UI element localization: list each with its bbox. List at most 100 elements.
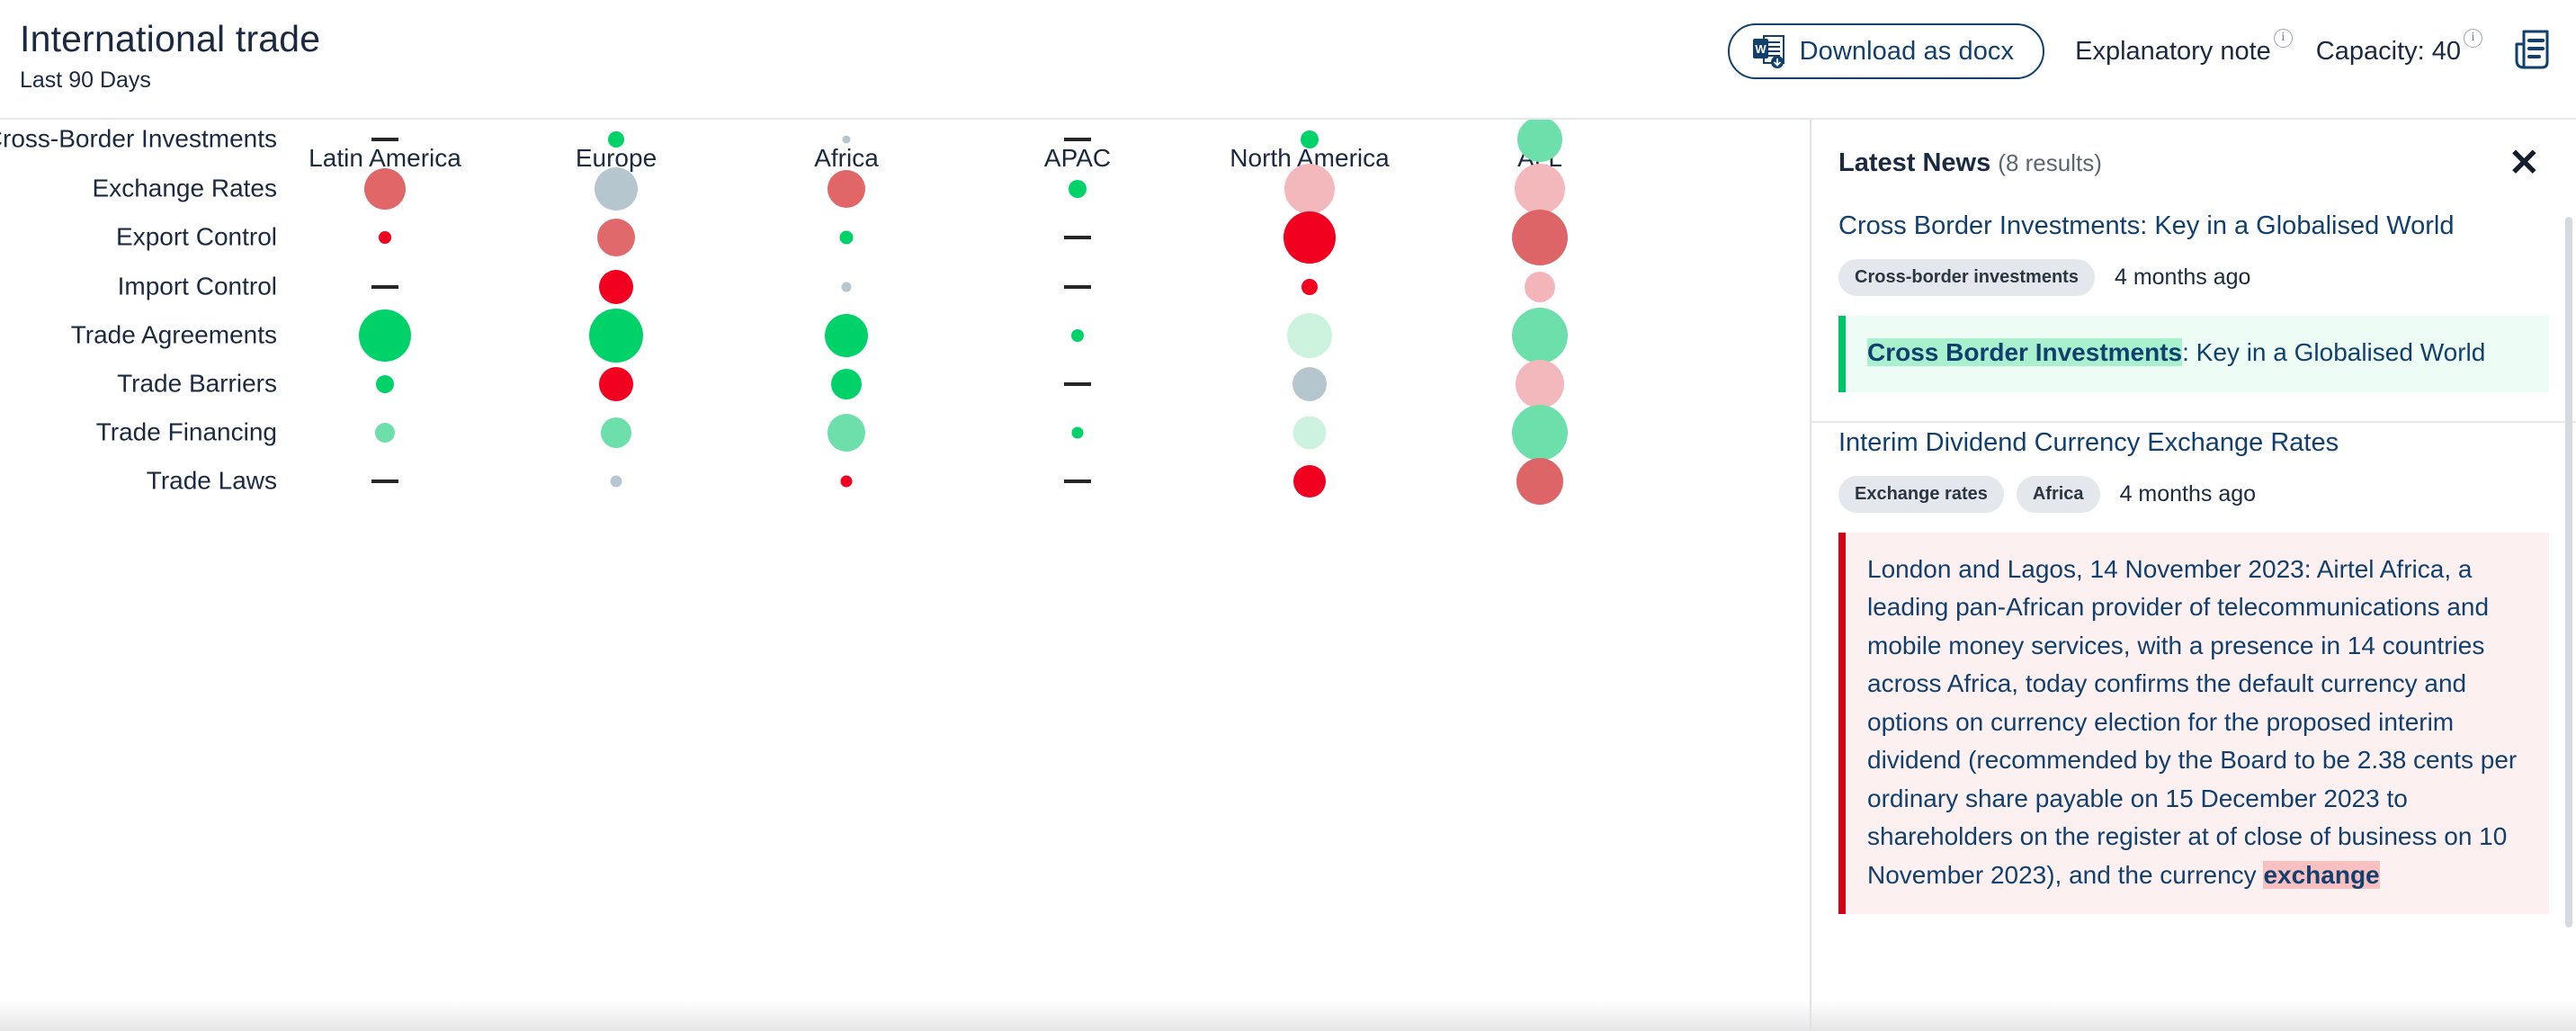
news-snippet: Cross Border Investments: Key in a Globa… — [1838, 316, 2549, 392]
row-header[interactable]: Trade Barriers — [0, 368, 277, 401]
download-button-label: Download as docx — [1799, 36, 2015, 66]
matrix-bubble[interactable] — [608, 131, 624, 148]
matrix-cell-empty — [1064, 285, 1091, 289]
matrix-bubble[interactable] — [1292, 416, 1327, 450]
news-scrollbar[interactable] — [2565, 217, 2572, 928]
matrix-bubble[interactable] — [379, 231, 391, 244]
matrix-bubble[interactable] — [599, 367, 633, 401]
news-panel-title: Latest News (8 results) — [1838, 148, 2102, 178]
news-tag-row: Exchange rates Africa 4 months ago — [1838, 475, 2549, 513]
matrix-bubble[interactable] — [1512, 210, 1568, 265]
snippet-highlight: Cross Border Investments — [1867, 338, 2183, 366]
matrix-bubble[interactable] — [1515, 164, 1565, 214]
app-header: International trade Last 90 Days W Downl… — [0, 0, 2576, 120]
matrix-bubble[interactable] — [1512, 308, 1568, 363]
info-icon-capacity[interactable]: i — [2464, 28, 2482, 48]
info-icon-explanatory-note[interactable]: i — [2273, 28, 2293, 48]
column-header[interactable]: Africa — [814, 144, 879, 173]
news-list: Cross Border Investments: Key in a Globa… — [1811, 206, 2576, 943]
word-document-icon: W — [1752, 33, 1785, 69]
matrix-bubble[interactable] — [375, 423, 395, 443]
report-document-icon — [2511, 26, 2554, 77]
news-title-text: Latest News — [1838, 148, 1991, 177]
bubble-matrix: Latin America Europe Africa APAC North Ameri… — [0, 120, 1810, 1031]
snippet-highlight: exchange — [2263, 860, 2380, 889]
row-header[interactable]: Trade Financing — [0, 417, 277, 450]
bubble-matrix-panel: Latin America Europe Africa APAC North Ameri… — [0, 120, 1810, 1031]
news-headline[interactable]: Interim Dividend Currency Exchange Rates — [1838, 428, 2549, 458]
matrix-cell-empty — [371, 138, 398, 141]
news-panel-header: Latest News (8 results) ✕ — [1811, 120, 2576, 206]
row-header[interactable]: Exchange Rates — [0, 173, 277, 206]
matrix-bubble[interactable] — [595, 167, 638, 211]
title-block: International trade Last 90 Days — [20, 18, 321, 94]
capacity-label: Capacity: 40 — [2315, 36, 2461, 66]
matrix-bubble[interactable] — [841, 282, 852, 292]
matrix-bubble[interactable] — [827, 170, 865, 208]
matrix-bubble[interactable] — [1512, 405, 1568, 461]
latest-news-panel: Latest News (8 results) ✕ Cross Border I… — [1810, 120, 2576, 1031]
matrix-bubble[interactable] — [1301, 130, 1319, 148]
matrix-bubble[interactable] — [1516, 360, 1564, 408]
matrix-bubble[interactable] — [601, 417, 631, 448]
matrix-bubble[interactable] — [1301, 279, 1318, 295]
news-date: 4 months ago — [2114, 264, 2251, 290]
snippet-text-before: London and Lagos, 14 November 2023: Airt… — [1867, 554, 2518, 889]
news-tag-row: Cross-border investments 4 months ago — [1838, 259, 2549, 296]
news-date: 4 months ago — [2119, 480, 2257, 507]
explanatory-note-label: Explanatory note — [2075, 36, 2271, 66]
column-header[interactable]: APAC — [1044, 144, 1111, 173]
download-as-docx-button[interactable]: W Download as docx — [1727, 23, 2045, 79]
row-header[interactable]: Export Control — [0, 221, 277, 255]
matrix-bubble[interactable] — [1287, 313, 1332, 358]
matrix-bubble[interactable] — [1293, 465, 1326, 498]
row-header[interactable]: Import Control — [0, 271, 277, 304]
matrix-bubble[interactable] — [827, 414, 865, 452]
explanatory-note-link[interactable]: Explanatory note i — [2075, 28, 2293, 67]
news-tag[interactable]: Cross-border investments — [1838, 259, 2095, 296]
close-icon[interactable]: ✕ — [2509, 144, 2540, 182]
row-header[interactable]: Cross-Border Investments — [0, 123, 277, 157]
matrix-bubble[interactable] — [1292, 367, 1327, 401]
matrix-cell-empty — [1064, 138, 1091, 141]
matrix-bubble[interactable] — [839, 230, 854, 245]
matrix-bubble[interactable] — [1284, 211, 1336, 264]
matrix-bubble[interactable] — [599, 270, 633, 304]
matrix-bubble[interactable] — [376, 375, 394, 393]
matrix-bubble[interactable] — [589, 309, 643, 363]
row-header[interactable]: Trade Laws — [0, 465, 277, 498]
matrix-bubble[interactable] — [359, 309, 411, 362]
news-results-count: (8 results) — [1998, 148, 2102, 176]
page-title: International trade — [20, 18, 321, 59]
news-headline[interactable]: Cross Border Investments: Key in a Globa… — [1838, 211, 2549, 241]
matrix-cell-empty — [1064, 236, 1091, 239]
matrix-bubble[interactable] — [1284, 164, 1335, 214]
matrix-bubble[interactable] — [1071, 329, 1084, 342]
matrix-bubble[interactable] — [842, 135, 851, 144]
matrix-bubble[interactable] — [831, 369, 862, 399]
matrix-bubble[interactable] — [1071, 426, 1084, 439]
report-button[interactable] — [2506, 23, 2560, 79]
news-snippet: London and Lagos, 14 November 2023: Airt… — [1838, 532, 2549, 915]
header-actions: W Download as docx Explanatory note i Ca… — [1727, 23, 2560, 79]
matrix-cell-empty — [371, 480, 398, 483]
matrix-cell-empty — [371, 285, 398, 289]
matrix-bubble[interactable] — [597, 219, 635, 256]
news-item[interactable]: Cross Border Investments: Key in a Globa… — [1811, 206, 2576, 423]
page-subtitle: Last 90 Days — [20, 67, 151, 94]
matrix-bubble[interactable] — [610, 475, 622, 488]
matrix-cell-empty — [1064, 480, 1091, 483]
matrix-bubble[interactable] — [1069, 180, 1087, 198]
matrix-bubble[interactable] — [1525, 272, 1555, 302]
news-tag[interactable]: Africa — [2016, 475, 2100, 513]
news-tag[interactable]: Exchange rates — [1838, 475, 2004, 513]
svg-text:W: W — [1755, 42, 1767, 56]
matrix-bubble[interactable] — [364, 168, 406, 210]
row-header[interactable]: Trade Agreements — [0, 319, 277, 353]
news-bottom-shadow — [1811, 1000, 2576, 1031]
matrix-bubble[interactable] — [840, 475, 853, 488]
matrix-bubble[interactable] — [825, 314, 868, 357]
news-item[interactable]: Interim Dividend Currency Exchange Rates… — [1811, 423, 2576, 944]
matrix-cell-empty — [1064, 382, 1091, 386]
matrix-bubble[interactable] — [1516, 458, 1563, 505]
